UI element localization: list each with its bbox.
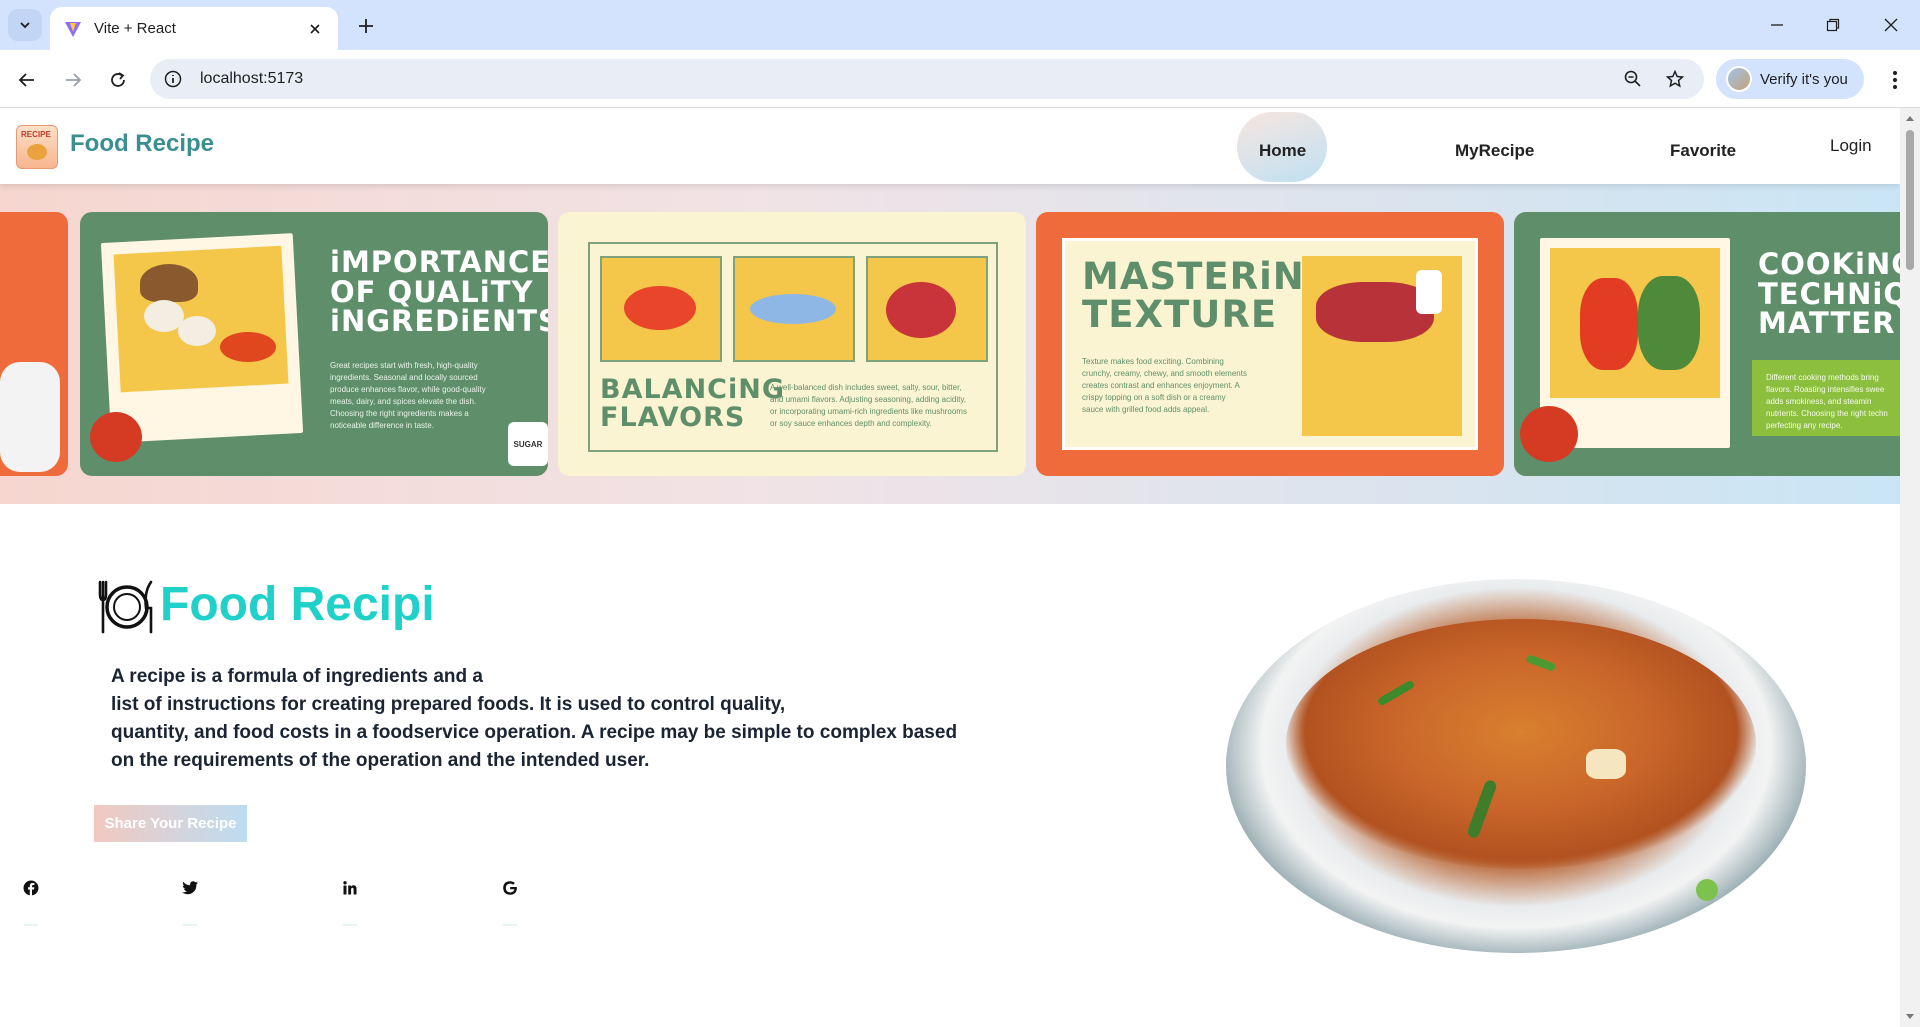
brand-name[interactable]: Food Recipe [70,130,214,158]
minimize-icon [1771,24,1783,26]
social-underline [343,924,357,926]
tab-search-button[interactable] [8,9,42,41]
carousel-card-partial[interactable] [0,212,68,476]
restore-icon [1826,18,1840,32]
twitter-icon[interactable] [181,879,199,897]
card-title: COOKiNG TECHNiQUE MATTER [1758,247,1900,341]
bookmark-star-icon[interactable] [1660,64,1690,94]
linkedin-icon[interactable] [341,879,359,897]
arrow-right-icon [66,73,82,87]
google-icon[interactable] [501,879,519,897]
card-text: Texture makes food exciting. Combining c… [1082,357,1247,414]
login-link[interactable]: Login [1830,136,1872,156]
social-underline [503,924,517,926]
logo-image[interactable]: RECIPE [16,125,58,169]
card-text: A well-balanced dish includes sweet, sal… [770,383,967,428]
browser-tab-bar: Vite + React [0,0,1920,50]
nav-home[interactable]: Home [1259,141,1306,161]
close-tab-icon[interactable] [306,20,324,38]
logo-text: RECIPE [21,130,51,139]
card-title: BALANCiNG FLAVORS [600,374,786,433]
reload-button[interactable] [103,65,133,95]
arrow-left-icon [18,73,34,87]
site-info-icon[interactable] [164,70,182,88]
nav-myrecipe[interactable]: MyRecipe [1455,141,1534,161]
page-scrollbar[interactable] [1900,108,1920,1027]
restore-button[interactable] [1808,8,1858,42]
card-title: MASTERiNG TEXTURE [1082,255,1337,336]
url-text[interactable]: localhost:5173 [200,70,1606,88]
scroll-down-icon[interactable] [1905,1013,1915,1021]
site-header: RECIPE Food Recipe Home MyRecipe Favorit… [0,108,1900,184]
browser-toolbar: localhost:5173 Verify it's you [0,50,1920,108]
zoom-icon[interactable] [1618,64,1648,94]
profile-button[interactable]: Verify it's you [1716,59,1864,99]
tab-title: Vite + React [94,20,176,37]
plus-icon [359,19,373,33]
minimize-button[interactable] [1752,8,1802,42]
carousel-card-mastering-texture[interactable]: MASTERiNG TEXTURE Texture makes food exc… [1036,212,1504,476]
forward-button[interactable] [58,65,88,95]
new-tab-button[interactable] [352,12,380,40]
share-recipe-button[interactable]: Share Your Recipe [94,805,247,842]
vite-icon [65,21,81,37]
card-title: iMPORTANCE OF QUALiTY iNGREDiENTS [330,245,548,339]
reload-icon [111,72,125,87]
social-underline [24,924,38,926]
hero-description: A recipe is a formula of ingredients and… [111,666,958,771]
plate-fork-knife-icon [98,580,153,634]
close-window-button[interactable] [1866,8,1916,42]
carousel-card-quality-ingredients[interactable]: iMPORTANCE OF QUALiTY iNGREDiENTS Great … [80,212,548,476]
facebook-icon[interactable] [22,879,40,897]
browser-menu-button[interactable] [1880,65,1910,95]
carousel-card-cooking-technique[interactable]: COOKiNG TECHNiQUE MATTER Different cooki… [1514,212,1900,476]
scroll-up-icon[interactable] [1905,114,1915,122]
address-bar[interactable]: localhost:5173 [150,59,1704,99]
card-text: Different cooking methods bring flavors.… [1766,373,1888,430]
hero-title: Food Recipi [160,578,435,631]
recipe-tips-carousel[interactable]: iMPORTANCE OF QUALiTY iNGREDiENTS Great … [0,184,1900,504]
more-vert-icon [1893,71,1897,89]
biryani-dish-image [1226,579,1806,953]
close-icon [1884,18,1898,32]
sugar-jar: SUGAR [508,422,548,466]
chevron-down-icon [20,22,30,29]
nav-favorite[interactable]: Favorite [1670,141,1736,161]
card-text: Great recipes start with fresh, high-qua… [330,361,486,430]
scrollbar-thumb[interactable] [1906,130,1914,270]
avatar [1726,66,1752,92]
back-button[interactable] [12,65,42,95]
carousel-card-balancing-flavors[interactable]: BALANCiNG FLAVORS A well-balanced dish i… [558,212,1026,476]
profile-label: Verify it's you [1760,70,1848,88]
social-underline [183,924,197,926]
page-viewport: RECIPE Food Recipe Home MyRecipe Favorit… [0,108,1900,1027]
browser-tab[interactable]: Vite + React [50,7,338,50]
